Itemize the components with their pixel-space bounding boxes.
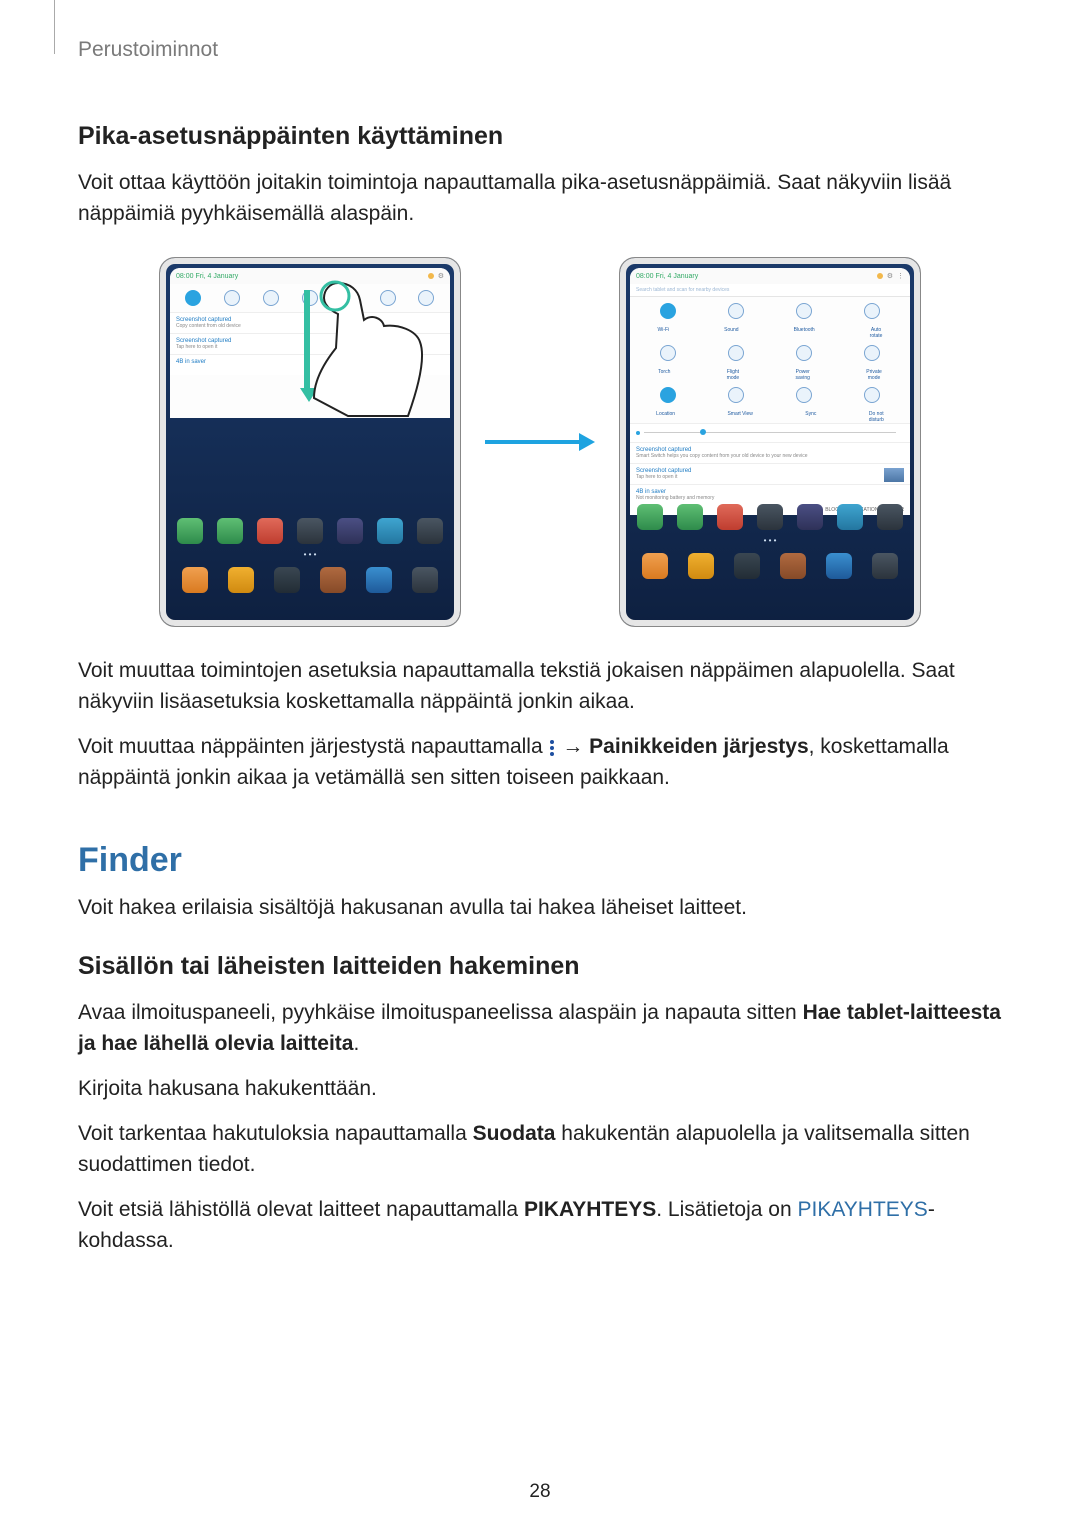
filter-bold: Suodata bbox=[473, 1122, 556, 1145]
heading-quick-settings: Pika-asetusnäppäinten käyttäminen bbox=[78, 122, 1002, 151]
para-quick-intro: Voit ottaa käyttöön joitakin toimintoja … bbox=[78, 167, 1002, 229]
tablet-illustration-right: 08:00 Fri, 4 January ⚙ ⋮ Search tablet a… bbox=[619, 257, 921, 627]
open-post: . bbox=[353, 1032, 359, 1055]
para-open-panel: Avaa ilmoituspaneeli, pyyhkäise ilmoitus… bbox=[78, 997, 1002, 1059]
heading-finder: Finder bbox=[78, 841, 1002, 880]
tablet-illustration-left: 08:00 Fri, 4 January ⚙ Screenshot captur… bbox=[159, 257, 461, 627]
margin-rule bbox=[54, 0, 55, 54]
running-header: Perustoiminnot bbox=[78, 38, 1002, 62]
heading-search-content: Sisällön tai läheisten laitteiden hakemi… bbox=[78, 952, 1002, 981]
arrow-right-icon bbox=[485, 433, 595, 451]
para-quickconnect: Voit etsiä lähistöllä olevat laitteet na… bbox=[78, 1194, 1002, 1256]
reorder-arrow: → bbox=[562, 735, 589, 758]
quick-bold: PIKAYHTEYS bbox=[524, 1198, 656, 1221]
quick-pre: Voit etsiä lähistöllä olevat laitteet na… bbox=[78, 1198, 524, 1221]
quick-mid: . Lisätietoja on bbox=[656, 1198, 797, 1221]
quick-link[interactable]: PIKAYHTEYS bbox=[797, 1198, 927, 1221]
open-pre: Avaa ilmoituspaneeli, pyyhkäise ilmoitus… bbox=[78, 1001, 803, 1024]
page-number: 28 bbox=[0, 1481, 1080, 1503]
hand-gesture-icon bbox=[308, 278, 428, 418]
para-type-keyword: Kirjoita hakusana hakukenttään. bbox=[78, 1073, 1002, 1104]
para-reorder: Voit muuttaa näppäinten järjestystä napa… bbox=[78, 731, 1002, 793]
para-quick-settings: Voit muuttaa toimintojen asetuksia napau… bbox=[78, 655, 1002, 717]
para-finder-intro: Voit hakea erilaisia sisältöjä hakusanan… bbox=[78, 892, 1002, 923]
para-filter: Voit tarkentaa hakutuloksia napauttamall… bbox=[78, 1118, 1002, 1180]
figure-row: 08:00 Fri, 4 January ⚙ Screenshot captur… bbox=[78, 257, 1002, 627]
filter-pre: Voit tarkentaa hakutuloksia napauttamall… bbox=[78, 1122, 473, 1145]
more-options-icon bbox=[550, 740, 554, 756]
page: Perustoiminnot Pika-asetusnäppäinten käy… bbox=[0, 0, 1080, 1527]
reorder-bold: Painikkeiden järjestys bbox=[589, 735, 808, 758]
reorder-pre: Voit muuttaa näppäinten järjestystä napa… bbox=[78, 735, 548, 758]
